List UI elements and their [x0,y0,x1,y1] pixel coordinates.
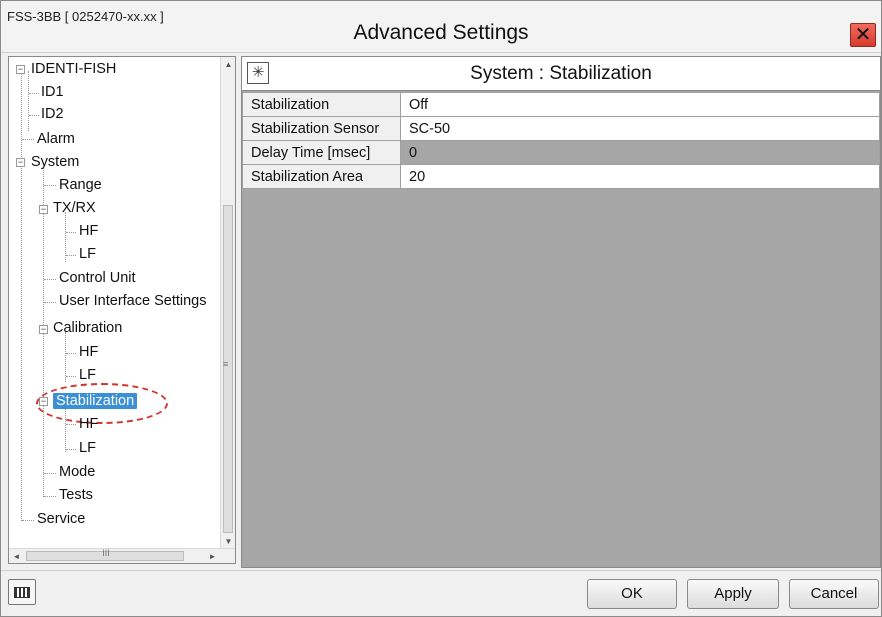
tree-connector [29,115,39,116]
settings-table: Stabilization Off Stabilization Sensor S… [242,92,880,189]
tree-item-range[interactable]: Range [59,175,102,195]
tree-item-calibration[interactable]: Calibration [53,318,122,338]
tree-item-control-unit[interactable]: Control Unit [59,268,136,288]
scroll-left-icon[interactable]: ◄ [9,549,24,563]
tree-item-tests[interactable]: Tests [59,485,93,505]
tree-connector [66,232,76,233]
tree-vertical-scrollbar[interactable]: ▲ ≡ ▼ [220,57,235,549]
table-row: Stabilization Sensor SC-50 [242,116,880,141]
keyboard-button[interactable] [8,579,36,605]
advanced-settings-window: FSS-3BB [ 0252470-xx.xx ] Advanced Setti… [0,0,882,617]
tree-item-stabilization-lf[interactable]: LF [79,438,96,458]
tree-item-txrx-lf[interactable]: LF [79,244,96,264]
tree-item-alarm[interactable]: Alarm [37,129,75,149]
content-header: ✳ System : Stabilization [242,57,880,91]
tree-connector [44,496,56,497]
tree-item-txrx-hf[interactable]: HF [79,221,98,241]
table-row: Stabilization Off [242,92,880,117]
tree-connector [44,302,56,303]
tree-item-calibration-lf[interactable]: LF [79,365,96,385]
apply-button[interactable]: Apply [687,579,779,609]
tree-item-system[interactable]: System [31,152,79,172]
keyboard-icon [14,587,30,598]
settings-tree: − IDENTI-FISH ID1 ID2 Alarm − System Ran… [8,56,236,564]
tree-connector [44,279,56,280]
scroll-grip-icon: ≡ [223,359,229,369]
tree-connector [66,376,76,377]
delay-time-field: 0 [400,140,880,165]
window-title: Advanced Settings [353,21,529,44]
setting-label: Stabilization [242,92,401,117]
highlight-ring [36,383,168,424]
horizontal-scroll-thumb[interactable]: III [26,548,184,561]
tree-connector [66,424,76,425]
tree-item-calibration-hf[interactable]: HF [79,342,98,362]
stabilization-value-field[interactable]: Off [400,92,880,117]
tree-item-txrx[interactable]: TX/RX [53,198,96,218]
stabilization-sensor-field[interactable]: SC-50 [400,116,880,141]
settings-content-panel: ✳ System : Stabilization Stabilization O… [241,56,881,568]
tree-connector [65,332,66,382]
tree-connector [66,255,76,256]
tree-item-service[interactable]: Service [37,509,85,529]
ok-button[interactable]: OK [587,579,677,609]
collapse-icon[interactable]: − [16,65,25,74]
scroll-right-icon[interactable]: ► [205,549,220,563]
tree-connector [66,353,76,354]
tree-item-id1[interactable]: ID1 [41,82,64,102]
table-row: Delay Time [msec] 0 [242,140,880,165]
scroll-down-icon[interactable]: ▼ [221,534,235,549]
tree-connector [29,93,39,94]
scroll-up-icon[interactable]: ▲ [221,57,235,72]
tree-connector [44,185,56,186]
button-bar: OK Apply Cancel [1,570,881,616]
tree-connector [44,473,56,474]
scroll-grip-icon: III [102,548,110,558]
tree-item-id2[interactable]: ID2 [41,104,64,124]
vertical-scroll-thumb[interactable] [223,205,233,533]
stabilization-area-field[interactable]: 20 [400,164,880,189]
tree-item-identi-fish[interactable]: IDENTI-FISH [31,59,116,79]
tree-item-stabilization-hf[interactable]: HF [79,414,98,434]
title-bar: FSS-3BB [ 0252470-xx.xx ] Advanced Setti… [1,1,881,53]
cancel-button[interactable]: Cancel [789,579,879,609]
tree-connector [66,449,76,450]
tree-connector [22,520,34,521]
close-button[interactable]: ✕ [850,23,876,47]
tree-content: − IDENTI-FISH ID1 ID2 Alarm − System Ran… [9,57,229,549]
setting-label: Delay Time [msec] [242,140,401,165]
collapse-icon[interactable]: − [16,158,25,167]
setting-label: Stabilization Area [242,164,401,189]
collapse-icon[interactable]: − [39,205,48,214]
tree-connector [22,139,34,140]
tree-item-user-interface-settings[interactable]: User Interface Settings [59,291,207,311]
setting-label: Stabilization Sensor [242,116,401,141]
table-row: Stabilization Area 20 [242,164,880,189]
section-title: System : Stabilization [470,63,652,84]
tree-connector [28,71,29,131]
tree-item-mode[interactable]: Mode [59,462,95,482]
tree-horizontal-scrollbar[interactable]: ◄ III ► [9,548,235,563]
collapse-icon[interactable]: − [39,325,48,334]
